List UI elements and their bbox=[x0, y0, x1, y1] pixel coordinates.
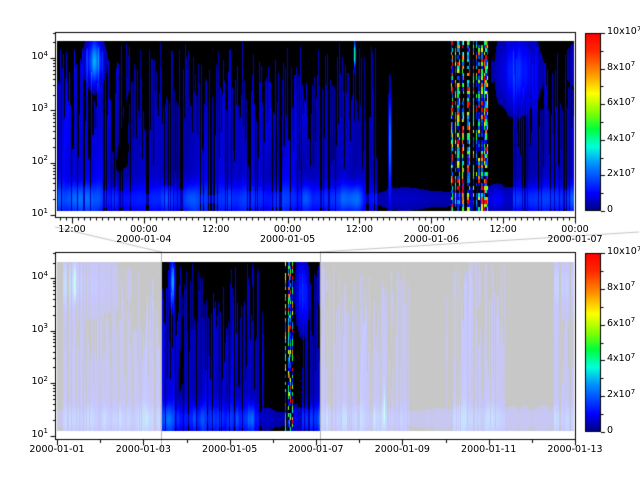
x-tick-label-date: 2000-01-05 bbox=[202, 445, 257, 455]
x-tick-label-time: 12:00 bbox=[58, 225, 85, 235]
colorbar-tick-label: 10x107 bbox=[607, 247, 640, 257]
x-tick-label-time: 12:00 bbox=[202, 225, 229, 235]
spectrogram-viewer: 12:0000:002000-01-0412:0000:002000-01-05… bbox=[0, 0, 640, 480]
y-tick-label: 101 bbox=[14, 430, 48, 440]
colorbar-tick-label: 6x107 bbox=[607, 319, 635, 329]
spectrogram-plots-canvas[interactable] bbox=[0, 0, 640, 480]
y-tick-label: 101 bbox=[14, 209, 48, 219]
colorbar-tick-label: 4x107 bbox=[607, 354, 635, 364]
y-tick-label: 102 bbox=[14, 157, 48, 167]
y-tick-label: 102 bbox=[14, 377, 48, 387]
y-tick-label: 103 bbox=[14, 104, 48, 114]
colorbar-tick-label: 6x107 bbox=[607, 98, 635, 108]
x-tick-label-time: 12:00 bbox=[346, 225, 373, 235]
x-tick-label-date: 2000-01-09 bbox=[375, 445, 430, 455]
colorbar-tick-label: 0 bbox=[607, 426, 613, 436]
colorbar-tick-label: 10x107 bbox=[607, 27, 640, 37]
colorbar-tick-label: 8x107 bbox=[607, 63, 635, 73]
y-tick-label: 104 bbox=[14, 52, 48, 62]
x-tick-label-date: 2000-01-05 bbox=[260, 235, 315, 245]
x-tick-label-date: 2000-01-03 bbox=[116, 445, 171, 455]
colorbar-tick-label: 2x107 bbox=[607, 390, 635, 400]
x-tick-label-date: 2000-01-04 bbox=[116, 235, 171, 245]
colorbar-tick-label: 4x107 bbox=[607, 134, 635, 144]
colorbar-tick-label: 8x107 bbox=[607, 283, 635, 293]
x-tick-label-date: 2000-01-13 bbox=[547, 445, 602, 455]
y-tick-label: 104 bbox=[14, 272, 48, 282]
y-tick-label: 103 bbox=[14, 325, 48, 335]
x-tick-label-date: 2000-01-06 bbox=[404, 235, 459, 245]
x-tick-label-date: 2000-01-01 bbox=[29, 445, 84, 455]
x-tick-label-time: 12:00 bbox=[489, 225, 516, 235]
x-tick-label-date: 2000-01-07 bbox=[288, 445, 343, 455]
colorbar-tick-label: 2x107 bbox=[607, 169, 635, 179]
colorbar-tick-label: 0 bbox=[607, 205, 613, 215]
x-tick-label-date: 2000-01-07 bbox=[547, 235, 602, 245]
x-tick-label-date: 2000-01-11 bbox=[461, 445, 516, 455]
